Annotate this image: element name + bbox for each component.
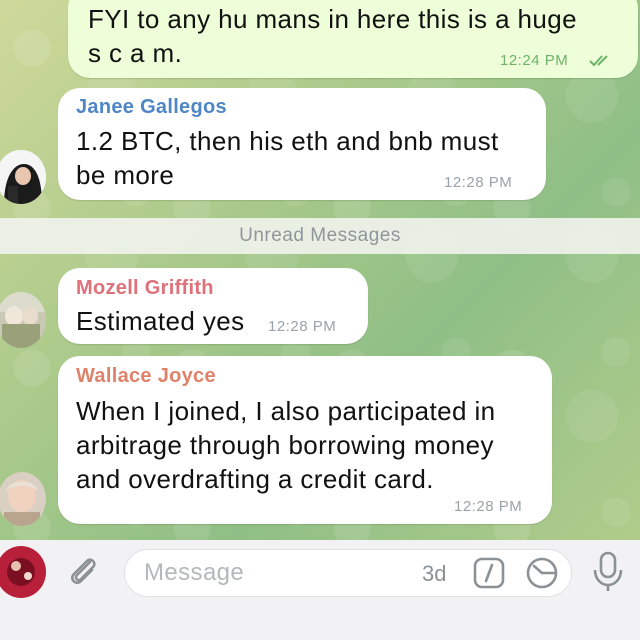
message-bubble-incoming[interactable]: Wallace Joyce When I joined, I also part… bbox=[58, 356, 552, 524]
message-input-placeholder: Message bbox=[144, 559, 245, 586]
message-bubble-incoming[interactable]: Mozell Griffith Estimated yes 12:28 PM bbox=[58, 268, 368, 344]
command-icon[interactable] bbox=[472, 556, 506, 590]
double-check-icon bbox=[589, 55, 608, 67]
avatar[interactable] bbox=[0, 472, 46, 526]
sender-name[interactable]: Wallace Joyce bbox=[76, 365, 216, 388]
message-text-line: FYI to any hu mans in here this is a hug… bbox=[88, 4, 577, 34]
message-text-line: 1.2 BTC, then his eth and bnb must bbox=[76, 126, 499, 156]
microphone-icon[interactable] bbox=[590, 550, 626, 594]
unread-divider: Unread Messages bbox=[0, 218, 640, 254]
message-text-line: When I joined, I also participated in bbox=[76, 396, 496, 426]
self-destruct-timer[interactable]: 3d bbox=[422, 561, 446, 587]
message-text-line: and overdrafting a credit card. bbox=[76, 464, 434, 494]
attach-icon[interactable] bbox=[64, 552, 104, 592]
message-text-line: s c a m. bbox=[88, 38, 183, 68]
message-text-line: be more bbox=[76, 160, 175, 190]
message-time: 12:28 PM bbox=[444, 174, 513, 191]
message-time: 12:28 PM bbox=[454, 498, 523, 515]
message-time: 12:28 PM bbox=[268, 318, 337, 335]
message-bubble-outgoing[interactable]: FYI to any hu mans in here this is a hug… bbox=[68, 0, 638, 78]
message-bubble-incoming[interactable]: Janee Gallegos 1.2 BTC, then his eth and… bbox=[58, 88, 546, 200]
unread-divider-label: Unread Messages bbox=[239, 225, 401, 246]
sender-name[interactable]: Mozell Griffith bbox=[76, 277, 214, 300]
message-text-line: arbitrage through borrowing money bbox=[76, 430, 494, 460]
schedule-icon[interactable] bbox=[524, 555, 560, 591]
message-time: 12:24 PM bbox=[500, 52, 569, 69]
sender-name[interactable]: Janee Gallegos bbox=[76, 96, 227, 119]
message-text-line: Estimated yes bbox=[76, 306, 245, 336]
